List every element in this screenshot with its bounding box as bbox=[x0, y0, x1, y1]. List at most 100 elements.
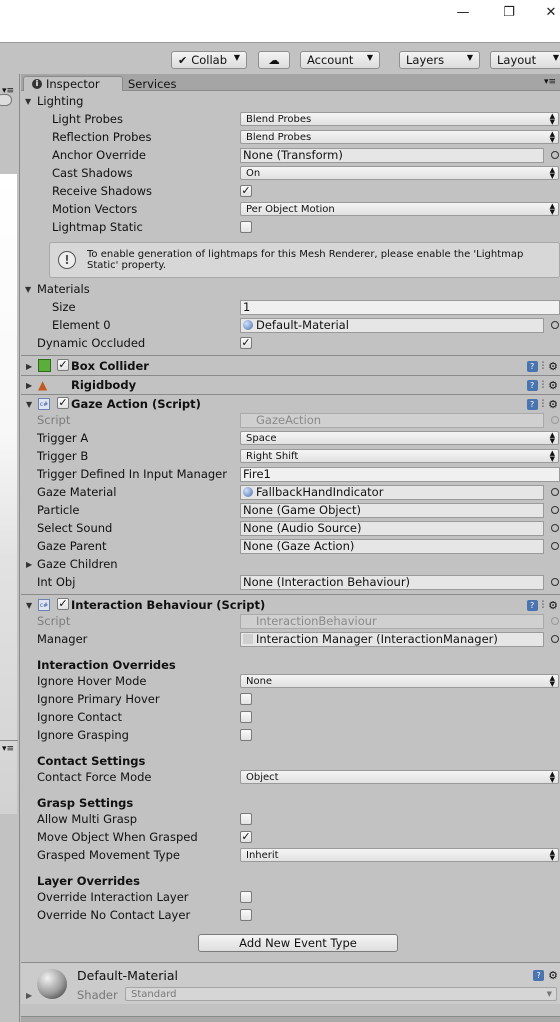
box-collider-title: Box Collider bbox=[71, 359, 149, 373]
restore-button[interactable]: ❐ bbox=[494, 0, 524, 24]
dropdown-value: Inherit bbox=[246, 849, 279, 861]
scene-viewport[interactable] bbox=[0, 174, 17, 814]
minimize-button[interactable]: — bbox=[448, 0, 478, 24]
gaze-parent-field[interactable]: None (Gaze Action) bbox=[240, 538, 544, 554]
help-icon[interactable]: ? bbox=[533, 970, 545, 981]
ignore-contact-checkbox[interactable] bbox=[240, 711, 252, 723]
dropdown-value: None bbox=[246, 675, 273, 687]
component-icons: ? ⫶ ⚙ bbox=[526, 398, 558, 411]
object-picker-icon[interactable] bbox=[551, 635, 559, 643]
tab-inspector[interactable]: i Inspector bbox=[23, 76, 123, 91]
close-button[interactable]: ✕ bbox=[536, 0, 560, 24]
element0-field[interactable]: Default-Material bbox=[240, 317, 544, 333]
receive-shadows-checkbox[interactable]: ✓ bbox=[240, 185, 252, 197]
gear-icon[interactable]: ⚙ bbox=[548, 379, 558, 392]
object-picker-icon[interactable] bbox=[551, 506, 559, 514]
dropdown-value: Object bbox=[246, 771, 279, 783]
preset-icon[interactable]: ⫶ bbox=[542, 380, 545, 391]
grasped-movement-dropdown[interactable]: Inherit ▲ ▼ bbox=[240, 848, 559, 862]
gear-icon[interactable]: ⚙ bbox=[548, 969, 558, 982]
object-picker-icon[interactable] bbox=[551, 578, 559, 586]
particle-field[interactable]: None (Game Object) bbox=[240, 502, 544, 518]
help-icon[interactable]: ? bbox=[526, 361, 538, 372]
preset-icon[interactable]: ⫶ bbox=[542, 600, 545, 611]
lighting-foldout[interactable]: ▼ Lighting bbox=[21, 92, 560, 110]
collab-button[interactable]: ✔ Collab ▼ bbox=[171, 51, 247, 69]
tab-label: Inspector bbox=[46, 77, 100, 91]
contact-force-mode-dropdown[interactable]: Object ▲ ▼ bbox=[240, 770, 559, 784]
reflection-probes-dropdown[interactable]: Blend Probes ▲ ▼ bbox=[240, 130, 559, 144]
search-icon[interactable] bbox=[0, 94, 12, 106]
cast-shadows-dropdown[interactable]: On ▲ ▼ bbox=[240, 166, 559, 180]
field-value: GazeAction bbox=[256, 413, 322, 427]
lightmap-static-row: Lightmap Static bbox=[21, 218, 560, 236]
materials-foldout[interactable]: ▼ Materials bbox=[21, 280, 560, 298]
allow-multi-grasp-checkbox[interactable] bbox=[240, 813, 252, 825]
rigidbody-header[interactable]: ▶ ▲ Rigidbody ? ⫶ ⚙ bbox=[21, 376, 560, 394]
panel-menu-icon[interactable]: ▾≡ bbox=[544, 77, 556, 87]
shader-dropdown[interactable]: Standard ▼ bbox=[125, 987, 557, 1001]
shader-label: Shader bbox=[77, 988, 118, 1002]
preset-icon[interactable]: ⫶ bbox=[542, 399, 545, 410]
object-picker-icon[interactable] bbox=[551, 542, 559, 550]
collab-label: Collab bbox=[191, 53, 228, 67]
ignore-grasping-row: Ignore Grasping bbox=[21, 726, 560, 744]
gear-icon[interactable]: ⚙ bbox=[548, 360, 558, 373]
gaze-children-foldout[interactable]: ▶ Gaze Children bbox=[21, 555, 560, 573]
trigger-b-dropdown[interactable]: Right Shift ▲ ▼ bbox=[240, 449, 559, 463]
box-collider-header[interactable]: ▶ ✓ Box Collider ? ⫶ ⚙ bbox=[21, 357, 560, 375]
dynamic-occluded-checkbox[interactable]: ✓ bbox=[240, 337, 252, 349]
object-picker-icon[interactable] bbox=[551, 151, 559, 159]
override-no-contact-layer-checkbox[interactable] bbox=[240, 909, 252, 921]
help-icon[interactable]: ? bbox=[526, 600, 538, 611]
light-probes-dropdown[interactable]: Blend Probes ▲ ▼ bbox=[240, 112, 559, 126]
gaze-action-enabled-checkbox[interactable]: ✓ bbox=[57, 397, 69, 409]
tab-services[interactable]: Services bbox=[120, 76, 177, 91]
move-object-checkbox[interactable]: ✓ bbox=[240, 831, 252, 843]
cloud-button[interactable]: ☁ bbox=[258, 51, 290, 69]
window-title-bar: — ❐ ✕ bbox=[0, 0, 560, 42]
dropdown-value: Blend Probes bbox=[246, 131, 312, 143]
gaze-material-field[interactable]: FallbackHandIndicator bbox=[240, 484, 544, 500]
manager-field[interactable]: Interaction Manager (InteractionManager) bbox=[240, 631, 544, 647]
object-picker-icon[interactable] bbox=[551, 321, 559, 329]
lightmap-static-checkbox[interactable] bbox=[240, 221, 252, 233]
int-obj-label: Int Obj bbox=[37, 575, 76, 589]
field-value: Default-Material bbox=[256, 318, 349, 332]
help-icon[interactable]: ? bbox=[526, 399, 538, 410]
layout-dropdown[interactable]: Layout ▼ bbox=[490, 51, 560, 69]
reflection-probes-label: Reflection Probes bbox=[52, 130, 152, 144]
box-collider-enabled-checkbox[interactable]: ✓ bbox=[57, 359, 69, 371]
override-interaction-layer-checkbox[interactable] bbox=[240, 891, 252, 903]
ignore-grasping-checkbox[interactable] bbox=[240, 729, 252, 741]
materials-size-input[interactable]: 1 bbox=[240, 299, 560, 315]
ignore-hover-mode-dropdown[interactable]: None ▲ ▼ bbox=[240, 674, 559, 688]
gaze-children-label: Gaze Children bbox=[37, 557, 118, 571]
motion-vectors-dropdown[interactable]: Per Object Motion ▲ ▼ bbox=[240, 202, 559, 216]
help-icon[interactable]: ? bbox=[526, 380, 538, 391]
cloud-icon: ☁ bbox=[268, 53, 280, 67]
object-picker-icon[interactable] bbox=[551, 524, 559, 532]
select-sound-field[interactable]: None (Audio Source) bbox=[240, 520, 544, 536]
materials-title: Materials bbox=[37, 282, 90, 296]
panel-menu-icon[interactable]: ▾≡ bbox=[2, 744, 14, 754]
anchor-override-field[interactable]: None (Transform) bbox=[240, 147, 544, 163]
gear-icon[interactable]: ⚙ bbox=[548, 398, 558, 411]
int-obj-field[interactable]: None (Interaction Behaviour) bbox=[240, 574, 544, 590]
gear-icon[interactable]: ⚙ bbox=[548, 599, 558, 612]
materials-size-row: Size 1 bbox=[21, 298, 560, 316]
interaction-behaviour-enabled-checkbox[interactable]: ✓ bbox=[57, 598, 69, 610]
add-new-event-type-button[interactable]: Add New Event Type bbox=[198, 934, 398, 952]
dynamic-occluded-label: Dynamic Occluded bbox=[37, 336, 146, 350]
layers-dropdown[interactable]: Layers ▼ bbox=[399, 51, 480, 69]
object-picker-icon[interactable] bbox=[551, 488, 559, 496]
component-icons: ? ⚙ bbox=[533, 969, 558, 982]
fold-closed-icon[interactable]: ▶ bbox=[26, 991, 32, 1000]
account-dropdown[interactable]: Account ▼ bbox=[300, 51, 380, 69]
override-no-contact-layer-label: Override No Contact Layer bbox=[37, 908, 191, 922]
ignore-primary-hover-checkbox[interactable] bbox=[240, 693, 252, 705]
gaze-script-row: Script GazeAction bbox=[21, 411, 560, 429]
preset-icon[interactable]: ⫶ bbox=[542, 361, 545, 372]
trigger-a-dropdown[interactable]: Space ▲ ▼ bbox=[240, 431, 559, 445]
trigger-input-field[interactable]: Fire1 bbox=[240, 466, 560, 482]
